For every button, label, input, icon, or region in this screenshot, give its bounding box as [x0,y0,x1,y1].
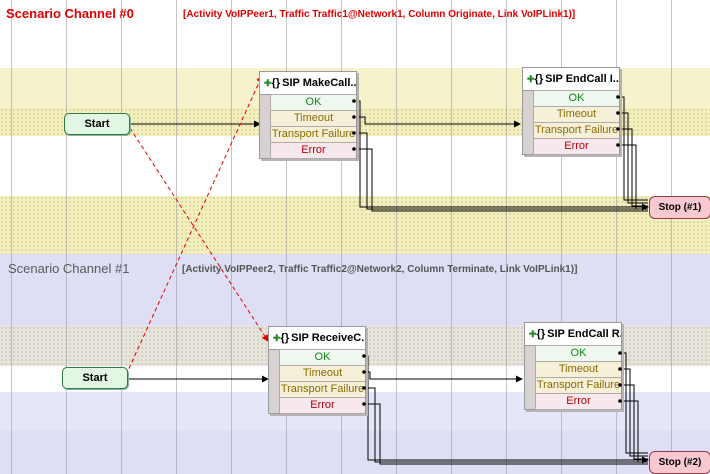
port-error[interactable]: Error [279,397,365,414]
port-ok[interactable]: OK [279,349,365,366]
sip-end-call-node[interactable]: ✚ {} SIP EndCall I... OK Timeout Transpo… [522,67,620,155]
port-transport-failure[interactable]: Transport Failure [535,377,621,394]
plus-icon: ✚ [527,73,535,84]
node-title: ✚ {} SIP EndCall I... [523,68,619,91]
timeout-line [618,112,648,204]
node-title: ✚ {} SIP MakeCall... [260,72,356,95]
port-timeout[interactable]: Timeout [279,365,365,382]
port-timeout[interactable]: Timeout [535,361,621,378]
error-line [364,403,648,465]
port-error[interactable]: Error [535,393,621,410]
error-line [618,144,648,210]
port-transport-failure[interactable]: Transport Failure [533,122,619,139]
brace-icon: {} [280,332,290,344]
node-title-text: SIP EndCall I... [545,73,619,85]
error-line [354,148,648,212]
plus-icon: ✚ [529,328,537,339]
node-title-text: SIP MakeCall... [282,77,356,89]
plus-icon: ✚ [264,77,272,88]
timeout-line [364,371,523,383]
port-timeout[interactable]: Timeout [533,106,619,123]
ok-line [618,96,648,201]
transport-failure-line [618,128,648,207]
port-ok[interactable]: OK [533,90,619,107]
sync-line [129,127,269,342]
port-error[interactable]: Error [533,138,619,155]
port-timeout[interactable]: Timeout [270,110,356,127]
stop-node[interactable]: Stop (#1) [649,196,710,219]
sip-end-call-node[interactable]: ✚ {} SIP EndCall R... OK Timeout Transpo… [524,322,622,410]
sync-line [125,75,263,376]
node-title-text: SIP ReceiveC... [291,332,365,344]
sip-make-call-node[interactable]: ✚ {} SIP MakeCall... OK Timeout Transpor… [259,71,357,159]
stop-node[interactable]: Stop (#2) [649,451,710,474]
port-error[interactable]: Error [270,142,356,159]
brace-icon: {} [271,77,281,89]
brace-icon: {} [534,73,544,85]
timeout-line [354,116,521,128]
node-title: ✚ {} SIP ReceiveC... [269,327,365,350]
node-title-text: SIP EndCall R... [547,328,621,340]
brace-icon: {} [536,328,546,340]
port-transport-failure[interactable]: Transport Failure [270,126,356,143]
start-node[interactable]: Start [62,367,128,389]
node-title: ✚ {} SIP EndCall R... [525,323,621,346]
start-node[interactable]: Start [64,113,130,135]
port-ok[interactable]: OK [270,94,356,111]
port-ok[interactable]: OK [535,345,621,362]
port-transport-failure[interactable]: Transport Failure [279,381,365,398]
transport-failure-line [620,384,648,460]
sip-receive-call-node[interactable]: ✚ {} SIP ReceiveC... OK Timeout Transpor… [268,326,366,414]
plus-icon: ✚ [273,332,281,343]
